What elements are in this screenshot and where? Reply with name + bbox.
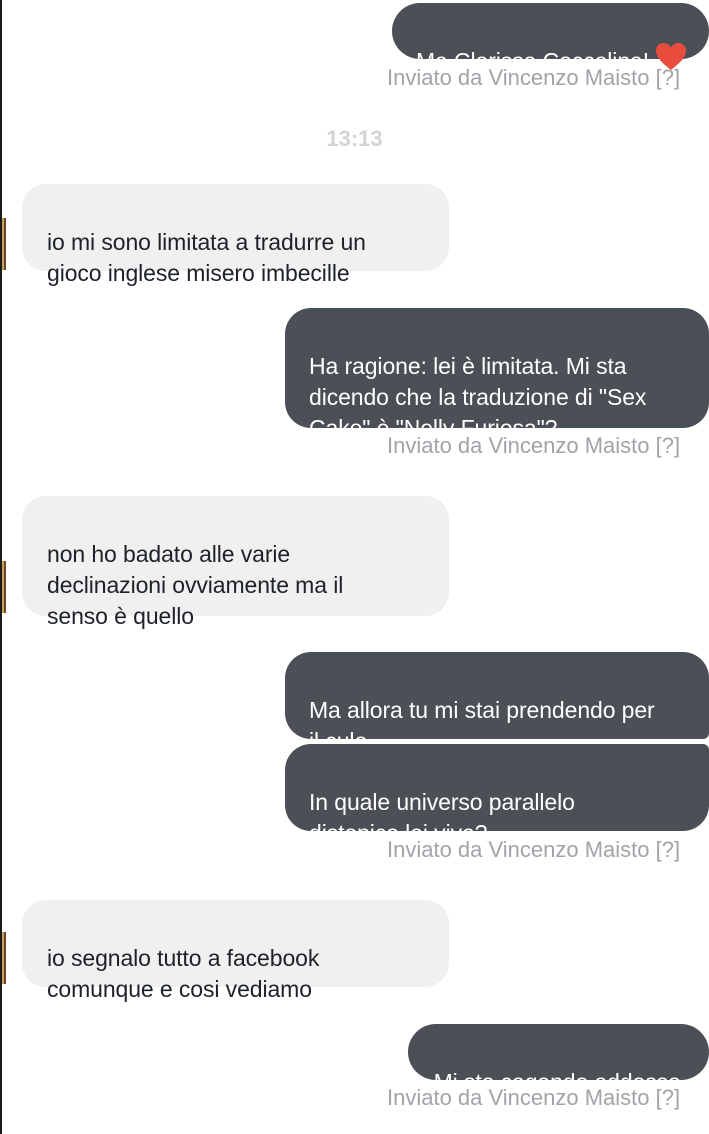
outgoing-message-bubble[interactable]: Ma Clarissa Coccolina! xyxy=(392,3,709,74)
message-text: io segnalo tutto a facebook comunque e c… xyxy=(47,945,320,1002)
sent-by-label: Inviato da Vincenzo Maisto [?] xyxy=(387,1085,681,1110)
message-text: Ha ragione: lei è limitata. Mi sta dicen… xyxy=(309,353,647,441)
outgoing-message-bubble[interactable]: Ma allora tu mi stai prendendo per il cu… xyxy=(285,652,709,754)
sender-avatar xyxy=(0,561,6,613)
sender-avatar xyxy=(0,218,6,270)
message-text: io mi sono limitata a tradurre un gioco … xyxy=(47,229,366,286)
sender-avatar xyxy=(0,932,6,984)
timestamp-divider: 13:13 xyxy=(326,126,383,151)
incoming-message-bubble[interactable]: io segnalo tutto a facebook comunque e c… xyxy=(22,900,449,1002)
outgoing-message-bubble[interactable]: In quale universo parallelo distopico le… xyxy=(285,744,709,846)
sent-by-label: Inviato da Vincenzo Maisto [?] xyxy=(387,65,681,90)
incoming-message-bubble[interactable]: io mi sono limitata a tradurre un gioco … xyxy=(22,184,449,286)
chat-thread: Ma Clarissa Coccolina! Inviato da Vincen… xyxy=(0,0,709,1134)
message-text: non ho badato alle varie declinazioni ov… xyxy=(47,541,344,629)
sent-by-label: Inviato da Vincenzo Maisto [?] xyxy=(387,433,681,458)
sent-by-label: Inviato da Vincenzo Maisto [?] xyxy=(387,837,681,862)
outgoing-message-bubble[interactable]: Ha ragione: lei è limitata. Mi sta dicen… xyxy=(285,308,709,441)
outgoing-message-bubble[interactable]: Mi sto cagando addosso. xyxy=(407,1024,709,1095)
incoming-message-bubble[interactable]: non ho badato alle varie declinazioni ov… xyxy=(22,496,449,629)
